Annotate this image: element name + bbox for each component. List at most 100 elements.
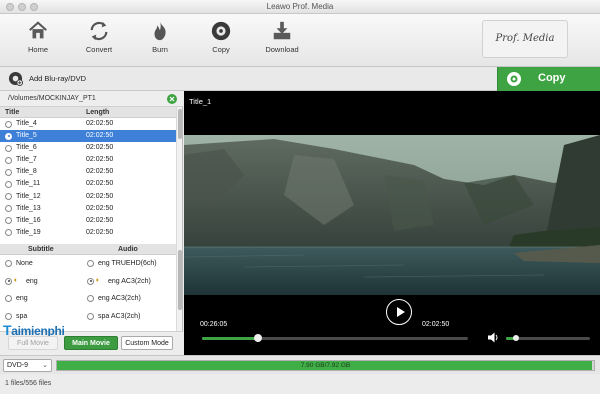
title-radio[interactable]	[5, 229, 12, 237]
audio-radio[interactable]	[87, 260, 94, 267]
title-row[interactable]: Title_6 02:02:50	[0, 142, 176, 154]
title-name: Title_12	[16, 192, 41, 200]
home-label: Home	[27, 45, 48, 54]
volume-slider[interactable]	[506, 335, 590, 341]
main-toolbar: Home Convert Burn Copy Download Prof. Me…	[0, 14, 600, 67]
download-label: Download	[265, 45, 299, 54]
download-button[interactable]: Download	[260, 18, 304, 62]
video-frame-image	[184, 135, 600, 295]
convert-label: Convert	[85, 45, 113, 54]
title-list-scrollbar[interactable]	[176, 107, 182, 244]
convert-button[interactable]: Convert	[77, 18, 121, 62]
current-time: 00:26:05	[200, 321, 228, 328]
source-panel: /Volumes/MOCKINJAY_PT1 Title Length Titl…	[0, 91, 183, 355]
title-row[interactable]: Title_16 02:02:50	[0, 215, 176, 227]
title-row[interactable]: Title_19 02:02:50	[0, 227, 176, 239]
title-row[interactable]: Title_4 02:02:50	[0, 118, 176, 130]
subtitle-label: spa	[16, 312, 28, 320]
title-radio[interactable]	[5, 120, 12, 128]
audio-radio[interactable]	[87, 277, 94, 285]
subtitle-label: eng	[26, 277, 38, 285]
disc-type-value: DVD-9	[7, 362, 29, 369]
title-row[interactable]: Title_12 02:02:50	[0, 191, 176, 203]
track-list: None eng TRUEHD(6ch) 🔈︎ eng 🔈︎ eng AC3(2ch) en…	[0, 255, 176, 331]
main-movie-button[interactable]: Main Movie	[64, 336, 118, 350]
title-row[interactable]: Title_13 02:02:50	[0, 203, 176, 215]
subtitle-column-header: Subtitle	[28, 246, 54, 253]
track-list-scroll-thumb[interactable]	[178, 250, 182, 310]
source-path-bar: /Volumes/MOCKINJAY_PT1	[0, 91, 183, 107]
total-time: 02:02:50	[422, 321, 450, 328]
length-column-header[interactable]: Length	[86, 109, 109, 116]
title-list-scroll-thumb[interactable]	[178, 109, 182, 139]
title-length: 02:02:50	[86, 132, 114, 140]
disc-capacity-bar: 7.90 GB/7.92 GB	[56, 360, 595, 371]
video-preview[interactable]: Title_1 00:26:05 02:02:50	[184, 91, 600, 355]
brand-logo: Prof. Media	[482, 20, 568, 58]
subtitle-radio[interactable]	[5, 312, 12, 320]
source-path: /Volumes/MOCKINJAY_PT1	[8, 95, 96, 102]
output-bar: DVD-9 ⌄ 7.90 GB/7.92 GB	[0, 355, 600, 374]
title-name: Title_8	[16, 168, 37, 176]
title-radio[interactable]	[5, 217, 12, 225]
title-row[interactable]: Title_5 02:02:50	[0, 130, 176, 143]
subtitle-label: eng	[16, 295, 28, 302]
play-button[interactable]	[386, 299, 412, 325]
title-radio[interactable]	[5, 168, 12, 176]
title-row[interactable]: Title_11 02:02:50	[0, 178, 176, 190]
track-row: None eng TRUEHD(6ch)	[0, 255, 176, 273]
burn-button[interactable]: Burn	[138, 18, 182, 62]
audio-label: eng AC3(2ch)	[108, 277, 151, 285]
copy-mode-bar: Taimienphi Full Movie Main Movie Custom …	[0, 322, 183, 355]
title-row[interactable]: Title_8 02:02:50	[0, 166, 176, 178]
copy-disc-icon	[507, 72, 521, 86]
home-button[interactable]: Home	[16, 18, 60, 62]
copy-button[interactable]: Copy	[497, 67, 600, 91]
add-bluray-dvd-button[interactable]: Add Blu-ray/DVD	[8, 71, 86, 86]
title-row[interactable]: Title_7 02:02:50	[0, 154, 176, 166]
preview-title: Title_1	[189, 97, 212, 106]
copy-tab-button[interactable]: Copy	[199, 18, 243, 62]
title-length: 02:02:50	[86, 180, 114, 188]
title-list: Title_4 02:02:50 Title_5 02:02:50 Title_6 02:…	[0, 118, 176, 244]
title-length: 02:02:50	[86, 144, 114, 152]
title-length: 02:02:50	[86, 156, 114, 164]
add-bluray-dvd-label: Add Blu-ray/DVD	[29, 74, 87, 83]
title-radio[interactable]	[5, 144, 12, 152]
track-row: eng eng AC3(2ch)	[0, 290, 176, 308]
subtitle-radio[interactable]	[5, 295, 12, 302]
title-radio[interactable]	[5, 156, 12, 164]
subtitle-radio[interactable]	[5, 277, 12, 285]
volume-slider-handle[interactable]	[513, 335, 520, 341]
remove-source-icon[interactable]	[167, 94, 177, 104]
subtitle-radio[interactable]	[5, 260, 12, 267]
title-name: Title_5	[16, 132, 37, 140]
title-radio[interactable]	[5, 132, 12, 140]
audio-radio[interactable]	[87, 312, 94, 320]
add-disc-icon	[8, 71, 23, 86]
title-name: Title_16	[16, 216, 41, 224]
track-list-scrollbar[interactable]	[176, 244, 182, 331]
disc-type-select[interactable]: DVD-9 ⌄	[3, 359, 52, 372]
title-table-header: Title Length	[0, 107, 176, 118]
title-length: 02:02:50	[86, 228, 114, 236]
custom-mode-button[interactable]: Custom Mode	[121, 336, 173, 350]
title-length: 02:02:50	[86, 192, 114, 200]
title-column-header[interactable]: Title	[5, 109, 19, 116]
action-bar: Add Blu-ray/DVD Copy	[0, 67, 600, 91]
title-radio[interactable]	[5, 180, 12, 188]
seek-bar-handle[interactable]	[253, 334, 262, 342]
title-radio[interactable]	[5, 205, 12, 213]
seek-bar[interactable]	[202, 334, 468, 342]
brand-text: Prof. Media	[495, 33, 555, 44]
volume-icon[interactable]	[488, 332, 500, 343]
window-titlebar: Leawo Prof. Media	[0, 0, 600, 14]
audio-radio[interactable]	[87, 295, 94, 302]
title-name: Title_4	[16, 120, 37, 127]
full-movie-button[interactable]: Full Movie	[8, 336, 58, 350]
title-name: Title_13	[16, 204, 41, 212]
audio-column-header: Audio	[118, 246, 138, 253]
burn-label: Burn	[152, 45, 168, 54]
title-radio[interactable]	[5, 193, 12, 201]
convert-icon	[90, 21, 108, 41]
